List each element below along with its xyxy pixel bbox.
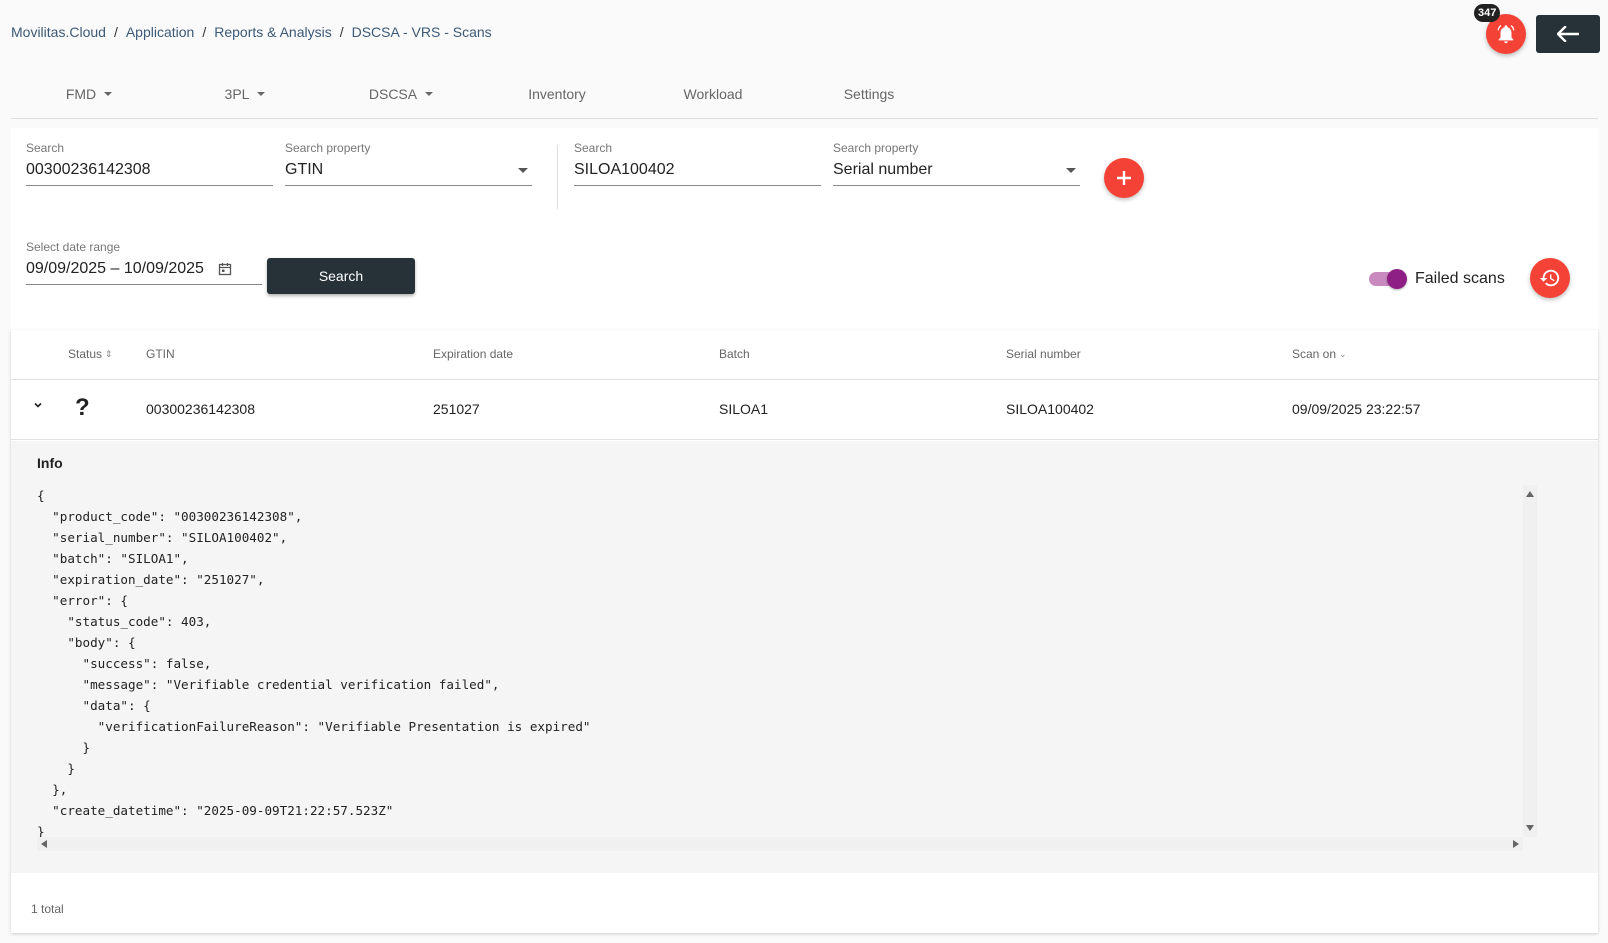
breadcrumb-current[interactable]: DSCSA - VRS - Scans bbox=[352, 24, 492, 40]
search-field-label: Search bbox=[26, 141, 65, 155]
column-header-expiration: Expiration date bbox=[433, 347, 513, 361]
breadcrumb-home[interactable]: Movilitas.Cloud bbox=[11, 24, 106, 40]
search-property-label: Search property bbox=[285, 141, 371, 155]
chevron-down-icon[interactable] bbox=[33, 400, 43, 410]
bell-icon bbox=[1497, 24, 1515, 44]
reset-history-button[interactable] bbox=[1530, 258, 1570, 298]
table-row[interactable]: ? 00300236142308 251027 SILOA1 SILOA1004… bbox=[11, 380, 1598, 440]
search-input-2[interactable]: SILOA100402 bbox=[574, 161, 675, 179]
sort-desc-icon: ⌄ bbox=[1339, 348, 1347, 359]
breadcrumb-application[interactable]: Application bbox=[126, 24, 195, 40]
tab-label: Inventory bbox=[528, 86, 586, 102]
column-header-label: Serial number bbox=[1006, 347, 1081, 361]
dropdown-arrow-icon bbox=[518, 167, 528, 173]
tab-label: 3PL bbox=[224, 86, 250, 102]
tab-label: Workload bbox=[683, 86, 743, 102]
arrow-left-icon bbox=[1557, 26, 1579, 42]
tab-label: DSCSA bbox=[368, 86, 418, 102]
scroll-right-icon[interactable] bbox=[1513, 840, 1519, 848]
dropdown-arrow-icon bbox=[1066, 167, 1076, 173]
tab-inventory[interactable]: Inventory bbox=[479, 76, 635, 118]
cell-serial: SILOA100402 bbox=[1006, 401, 1094, 417]
failed-scans-toggle[interactable]: Failed scans bbox=[1369, 269, 1505, 289]
sort-icon: ⇕ bbox=[105, 348, 113, 359]
column-header-scan-on[interactable]: Scan on ⌄ bbox=[1292, 347, 1347, 361]
search-property-value: GTIN bbox=[285, 161, 324, 178]
search-field-label: Search bbox=[574, 141, 613, 155]
tab-workload[interactable]: Workload bbox=[635, 76, 791, 118]
total-count: 1 total bbox=[31, 902, 64, 916]
cell-scan-on: 09/09/2025 23:22:57 bbox=[1292, 401, 1421, 417]
column-header-batch: Batch bbox=[719, 347, 750, 361]
breadcrumb-separator: / bbox=[339, 24, 344, 40]
scans-table: Status ⇕ GTIN Expiration date Batch Seria… bbox=[11, 330, 1598, 933]
column-header-gtin: GTIN bbox=[146, 347, 175, 361]
date-range-input[interactable]: 09/09/2025 – 10/09/2025 bbox=[26, 260, 204, 278]
date-range-label: Select date range bbox=[26, 240, 121, 254]
add-filter-button[interactable] bbox=[1104, 158, 1144, 198]
caret-down-icon bbox=[257, 92, 266, 96]
caret-down-icon bbox=[104, 92, 113, 96]
column-header-serial: Serial number bbox=[1006, 347, 1081, 361]
notifications-button[interactable]: 347 bbox=[1474, 4, 1526, 54]
row-detail-panel: Info { "product_code": "00300236142308",… bbox=[11, 441, 1598, 873]
toggle-switch[interactable] bbox=[1369, 269, 1407, 289]
caret-down-icon bbox=[425, 92, 434, 96]
header-actions: 347 bbox=[1474, 4, 1600, 54]
status-unknown-icon: ? bbox=[75, 394, 90, 421]
breadcrumb-separator: / bbox=[113, 24, 118, 40]
column-header-label: Scan on bbox=[1292, 347, 1337, 361]
cell-gtin: 00300236142308 bbox=[146, 401, 256, 417]
main-nav: FMD 3PL DSCSA Inventory Workload Setting… bbox=[11, 76, 1598, 119]
breadcrumb: Movilitas.Cloud / Application / Reports … bbox=[11, 24, 492, 40]
date-range-field[interactable]: Select date range 09/09/2025 – 10/09/202… bbox=[26, 240, 262, 285]
column-header-label: GTIN bbox=[146, 347, 175, 361]
cell-expiration: 251027 bbox=[433, 401, 480, 417]
history-icon bbox=[1539, 269, 1560, 287]
search-field-1[interactable]: Search 00300236142308 bbox=[26, 141, 273, 186]
breadcrumb-reports[interactable]: Reports & Analysis bbox=[214, 24, 332, 40]
column-header-label: Batch bbox=[719, 347, 750, 361]
filter-panel: Search 00300236142308 Search property GT… bbox=[11, 128, 1598, 330]
json-viewer[interactable]: { "product_code": "00300236142308", "ser… bbox=[37, 485, 1537, 851]
json-content: { "product_code": "00300236142308", "ser… bbox=[37, 488, 591, 839]
tab-label: FMD bbox=[65, 86, 97, 102]
tab-3pl[interactable]: 3PL bbox=[167, 76, 323, 118]
scroll-left-icon[interactable] bbox=[41, 840, 47, 848]
notification-count-badge: 347 bbox=[1474, 4, 1501, 22]
tab-dscsa[interactable]: DSCSA bbox=[323, 76, 479, 118]
horizontal-scrollbar[interactable] bbox=[37, 837, 1523, 851]
toggle-thumb bbox=[1387, 269, 1407, 289]
search-property-select-1[interactable]: Search property GTIN bbox=[285, 141, 532, 186]
column-header-label: Status bbox=[68, 347, 103, 361]
table-header: Status ⇕ GTIN Expiration date Batch Seria… bbox=[11, 330, 1598, 380]
search-button[interactable]: Search bbox=[267, 258, 415, 294]
vertical-scrollbar[interactable] bbox=[1523, 485, 1537, 837]
breadcrumb-separator: / bbox=[202, 24, 207, 40]
search-property-select-2[interactable]: Search property Serial number bbox=[833, 141, 1080, 186]
plus-icon bbox=[1117, 171, 1131, 185]
cell-batch: SILOA1 bbox=[719, 401, 769, 417]
scroll-down-icon[interactable] bbox=[1526, 825, 1534, 831]
info-title: Info bbox=[37, 455, 63, 471]
scroll-up-icon[interactable] bbox=[1526, 491, 1534, 497]
back-button[interactable] bbox=[1536, 15, 1600, 53]
calendar-icon[interactable] bbox=[218, 262, 232, 276]
column-header-label: Expiration date bbox=[433, 347, 514, 361]
tab-label: Settings bbox=[843, 86, 895, 102]
tab-settings[interactable]: Settings bbox=[791, 76, 947, 118]
search-property-label: Search property bbox=[833, 141, 919, 155]
search-field-2[interactable]: Search SILOA100402 bbox=[574, 141, 821, 186]
failed-scans-label: Failed scans bbox=[1415, 270, 1505, 287]
search-input-1[interactable]: 00300236142308 bbox=[26, 161, 151, 179]
column-header-status[interactable]: Status ⇕ bbox=[68, 347, 113, 361]
search-property-value: Serial number bbox=[833, 161, 933, 178]
tab-fmd[interactable]: FMD bbox=[11, 76, 167, 118]
divider bbox=[557, 145, 558, 209]
